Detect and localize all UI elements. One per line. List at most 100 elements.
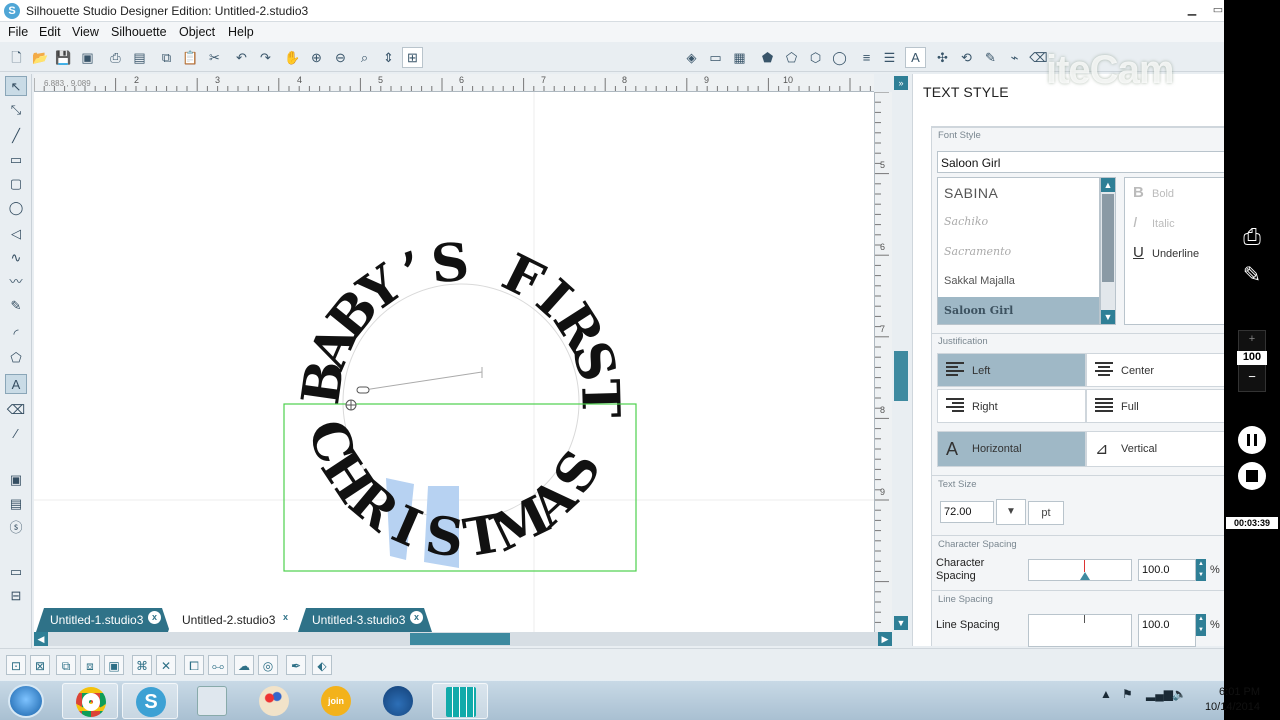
- text-style-icon[interactable]: A: [905, 47, 926, 68]
- taskbar-chrome[interactable]: [62, 683, 118, 719]
- font-list-item[interactable]: SABINA: [938, 178, 1099, 207]
- italic-option[interactable]: I Italic: [1133, 214, 1175, 231]
- zoom-in-icon[interactable]: ⊕: [306, 47, 327, 68]
- fit-to-page-icon[interactable]: ⊞: [402, 47, 423, 68]
- stop-button[interactable]: [1238, 462, 1266, 490]
- menu-object[interactable]: Object: [179, 25, 215, 39]
- page-setup-icon[interactable]: ▣: [5, 470, 27, 490]
- spinner-icon[interactable]: ▲ ▼: [1196, 614, 1206, 636]
- close-tab-icon[interactable]: x: [279, 611, 292, 624]
- arc-tool-icon[interactable]: ◜: [5, 324, 27, 344]
- underline-option[interactable]: U Underline: [1133, 244, 1199, 261]
- ellipse-tool-icon[interactable]: ◯: [5, 198, 27, 218]
- paste-icon[interactable]: 📋: [180, 47, 201, 68]
- justify-full-button[interactable]: Full: [1086, 389, 1224, 423]
- character-spacing-input[interactable]: 100.0: [1138, 559, 1196, 581]
- bold-option[interactable]: B Bold: [1133, 184, 1174, 201]
- modify-icon[interactable]: ✎: [980, 47, 1001, 68]
- draw-pen-icon[interactable]: ✎: [1236, 262, 1268, 288]
- zoom-minus-icon[interactable]: −: [1239, 369, 1265, 384]
- character-spacing-slider[interactable]: [1028, 559, 1132, 581]
- online-store-icon[interactable]: ⓢ: [5, 518, 27, 538]
- font-name-field[interactable]: Saloon Girl: [937, 151, 1224, 173]
- fill-color-icon[interactable]: ◈: [681, 47, 702, 68]
- delete-icon[interactable]: ✕: [156, 655, 176, 675]
- vertical-orientation-button[interactable]: ⊿ Vertical: [1086, 431, 1224, 467]
- compound-path-icon[interactable]: ▣: [104, 655, 124, 675]
- menu-view[interactable]: View: [72, 25, 99, 39]
- font-list[interactable]: SABINA Sachiko Sacramento Sakkal Majalla…: [937, 177, 1100, 325]
- send-to-cutter-icon[interactable]: ⊟: [5, 586, 27, 606]
- eraser-tool-icon[interactable]: ⌫: [5, 400, 27, 420]
- collapse-panel-icon[interactable]: »: [894, 76, 908, 90]
- network-icon[interactable]: ▂▄▆: [1146, 687, 1173, 701]
- scrollbar-thumb[interactable]: [410, 633, 510, 645]
- zoom-control[interactable]: + 100 −: [1237, 330, 1267, 392]
- ungroup-icon[interactable]: ⧈: [80, 655, 100, 675]
- shape-icon[interactable]: ⬡: [805, 47, 826, 68]
- menu-silhouette[interactable]: Silhouette: [111, 25, 167, 39]
- cut-settings-panel-icon[interactable]: ▭: [5, 562, 27, 582]
- regular-polygon-icon[interactable]: ⬠: [5, 348, 27, 368]
- line-tool-icon[interactable]: ╱: [5, 126, 27, 146]
- weld-icon[interactable]: ⌘: [132, 655, 152, 675]
- justify-center-button[interactable]: Center: [1086, 353, 1224, 387]
- font-list-item[interactable]: Sakkal Majalla: [938, 268, 1099, 297]
- font-list-item[interactable]: Sachiko: [938, 208, 1099, 237]
- taskbar-grid-app[interactable]: [432, 683, 488, 719]
- line-color-icon[interactable]: ▭: [705, 47, 726, 68]
- open-icon[interactable]: 📂: [30, 47, 51, 68]
- new-document-icon[interactable]: 🗋: [6, 47, 27, 68]
- send-backward-icon[interactable]: ⧟: [208, 655, 228, 675]
- zoom-plus-icon[interactable]: +: [1239, 333, 1265, 345]
- zoom-select-icon[interactable]: ⌕: [354, 47, 375, 68]
- zoom-out-icon[interactable]: ⊖: [330, 47, 351, 68]
- font-list-scrollbar[interactable]: ▲ ▼: [1100, 177, 1116, 325]
- menu-file[interactable]: File: [8, 25, 28, 39]
- library-icon[interactable]: ▤: [5, 494, 27, 514]
- lines-icon[interactable]: ☰: [879, 47, 900, 68]
- deselect-icon[interactable]: ⊠: [30, 655, 50, 675]
- minimize-button[interactable]: ▁: [1180, 4, 1204, 18]
- polygon-tool-icon[interactable]: ◁: [5, 224, 27, 244]
- target-icon[interactable]: ◎: [258, 655, 278, 675]
- slider-handle[interactable]: [1080, 572, 1090, 580]
- bring-forward-icon[interactable]: ⧠: [184, 655, 204, 675]
- scrollbar-thumb[interactable]: [1102, 194, 1114, 282]
- cloud-icon[interactable]: ☁: [234, 655, 254, 675]
- taskbar-paint[interactable]: [246, 683, 302, 719]
- system-clock[interactable]: 6:01 PM 10/14/2014: [1180, 685, 1260, 715]
- taskbar-calculator[interactable]: [184, 683, 240, 719]
- gradient-icon[interactable]: ▦: [729, 47, 750, 68]
- design-canvas[interactable]: B A B Y’ S FIRST CHRISTMAS: [34, 92, 874, 632]
- close-tab-icon[interactable]: x: [148, 611, 161, 624]
- align-icon[interactable]: ≡: [856, 47, 877, 68]
- select-all-icon[interactable]: ⊡: [6, 655, 26, 675]
- canvas-horizontal-scrollbar[interactable]: ◀ ▶: [34, 632, 892, 646]
- text-tool-icon[interactable]: A: [5, 374, 27, 394]
- knife-tool-icon[interactable]: ∕: [5, 424, 27, 444]
- menu-edit[interactable]: Edit: [39, 25, 61, 39]
- pan-hand-icon[interactable]: ✋: [282, 47, 303, 68]
- redo-icon[interactable]: ↷: [255, 47, 276, 68]
- taskbar-thunderbird[interactable]: [370, 683, 426, 719]
- drag-zoom-icon[interactable]: ⇕: [378, 47, 399, 68]
- canvas-vertical-scrollbar[interactable]: ▲ ▼: [892, 74, 910, 632]
- start-button-icon[interactable]: [8, 684, 44, 718]
- justify-left-button[interactable]: Left: [937, 353, 1086, 387]
- scroll-up-arrow-icon[interactable]: ▲: [1101, 178, 1115, 192]
- save-library-icon[interactable]: ▣: [77, 47, 98, 68]
- taskbar-silhouette[interactable]: S: [122, 683, 178, 719]
- rounded-rect-tool-icon[interactable]: ▢: [5, 174, 27, 194]
- scroll-down-arrow-icon[interactable]: ▼: [1101, 310, 1115, 324]
- rotation-handle[interactable]: [356, 386, 370, 394]
- fill-bucket-icon[interactable]: ⬖: [312, 655, 332, 675]
- horizontal-orientation-button[interactable]: A Horizontal: [937, 431, 1086, 467]
- taskbar-joinme[interactable]: join: [308, 683, 364, 719]
- replicate-icon[interactable]: ⬟: [757, 47, 778, 68]
- transform-icon[interactable]: ⬠: [781, 47, 802, 68]
- group-icon[interactable]: ⧉: [56, 655, 76, 675]
- scrollbar-thumb[interactable]: [894, 351, 908, 401]
- pen-tool-icon[interactable]: ✎: [5, 296, 27, 316]
- arc-text-top[interactable]: BABY’S FIRST: [290, 232, 631, 419]
